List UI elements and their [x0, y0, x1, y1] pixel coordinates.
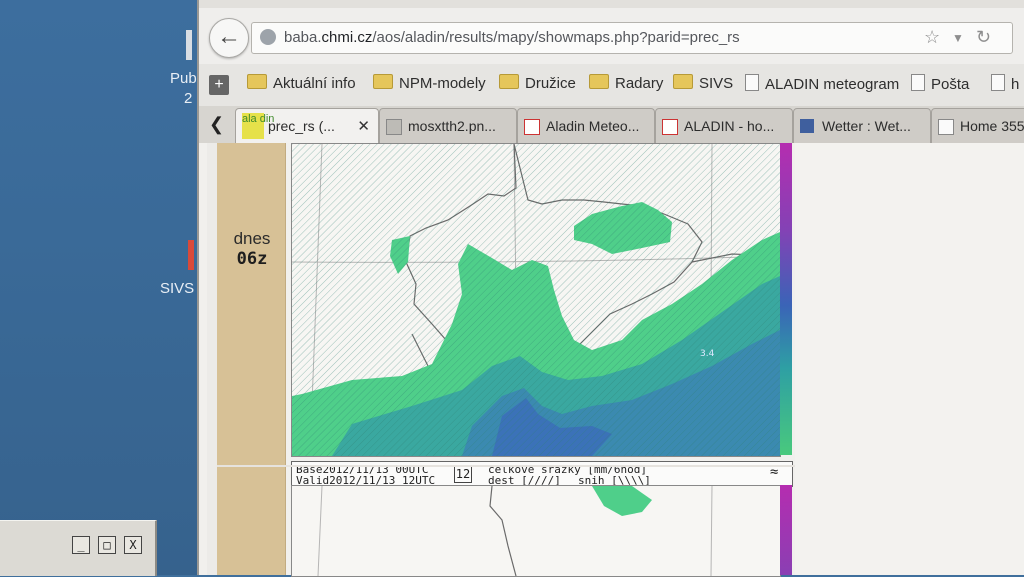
desktop-icon-pub[interactable]	[186, 30, 192, 60]
page-icon	[745, 74, 759, 91]
navigation-bar: ← baba.chmi.cz/aos/aladin/results/mapy/s…	[199, 8, 1024, 64]
page-icon	[911, 74, 925, 91]
tab-label: prec_rs (...	[268, 118, 335, 134]
address-bar[interactable]: baba.chmi.cz/aos/aladin/results/mapy/sho…	[251, 22, 1013, 54]
forecast-step: 12	[454, 465, 472, 483]
aladin-icon	[662, 119, 678, 135]
folder-icon	[499, 74, 519, 89]
image-icon	[386, 119, 402, 135]
url-prefix: baba.	[284, 29, 322, 46]
precipitation-map-second-graphic	[317, 486, 713, 576]
bookmark-aktualni-info[interactable]: Aktuální info	[247, 74, 356, 96]
bookmark-aladin-meteogram[interactable]: ALADIN meteogram	[745, 74, 899, 96]
page-left-margin	[207, 143, 217, 575]
desktop-icon-sivs-label: SIVS	[160, 280, 195, 297]
close-tab-icon[interactable]: ✕	[357, 117, 370, 135]
tab-strip: ❮ ala din prec_rs (... ✕ mosxtth2.pn... …	[199, 106, 1024, 144]
globe-icon	[260, 29, 276, 45]
bookmark-label: ALADIN meteogram	[765, 76, 900, 93]
add-bookmark-icon[interactable]: +	[209, 75, 229, 95]
wetter-icon	[800, 119, 814, 133]
desktop-icon-pub-label: Pub	[170, 70, 197, 87]
color-scale-bar-second	[780, 485, 792, 575]
tab-aladin-meteo[interactable]: Aladin Meteo...	[517, 108, 655, 143]
bookmark-label: NPM-modely	[399, 75, 486, 92]
tab-label: Wetter : Wet...	[822, 118, 911, 134]
close-button[interactable]: X	[124, 536, 142, 554]
day-label: dnes	[233, 229, 271, 248]
url-text: baba.chmi.cz/aos/aladin/results/mapy/sho…	[284, 29, 740, 46]
minimized-window: _ □ X	[0, 520, 157, 576]
maximize-button[interactable]: □	[98, 536, 116, 554]
run-time-label: 06z	[236, 249, 268, 269]
bookmark-label: Družice	[525, 75, 576, 92]
precipitation-map[interactable]: 3.4	[291, 143, 781, 457]
star-icon[interactable]: ☆	[924, 27, 940, 48]
tab-aladin-ho[interactable]: ALADIN - ho...	[655, 108, 793, 143]
bookmark-posta[interactable]: Pošta	[911, 74, 969, 96]
url-domain: chmi.cz	[321, 29, 373, 46]
bookmark-sivs[interactable]: SIVS	[673, 74, 733, 96]
desktop-icon-sivs[interactable]	[188, 240, 194, 270]
precipitation-map-graphic: 3.4	[292, 144, 780, 456]
dropdown-icon[interactable]: ▼	[952, 31, 964, 45]
bookmarks-bar: + Aktuální info NPM-modely Družice Radar…	[199, 64, 1024, 106]
bookmark-label: Radary	[615, 75, 664, 92]
day-column: dnes 06z	[217, 143, 286, 575]
color-scale-bar	[780, 143, 792, 455]
folder-icon	[373, 74, 393, 89]
back-button[interactable]: ←	[209, 18, 249, 58]
desktop-background: Pub 2 SIVS _ □ X	[0, 0, 200, 576]
tab-label: mosxtth2.pn...	[408, 118, 496, 134]
folder-icon	[589, 74, 609, 89]
browser-window: ← baba.chmi.cz/aos/aladin/results/mapy/s…	[197, 0, 1024, 577]
bookmark-npm-modely[interactable]: NPM-modely	[373, 74, 486, 96]
tab-label: Home 355...	[960, 118, 1024, 134]
desktop-icon-pub-sublabel: 2	[184, 90, 193, 107]
folder-icon	[673, 74, 693, 89]
tab-scroll-left-icon[interactable]: ❮	[209, 114, 224, 135]
empty-page-area	[795, 143, 1024, 575]
divider	[217, 465, 795, 467]
bookmark-druzice[interactable]: Družice	[499, 74, 576, 96]
aladin-icon	[524, 119, 540, 135]
page-icon	[938, 119, 954, 135]
reload-icon[interactable]: ↻	[976, 27, 991, 48]
url-path: /aos/aladin/results/mapy/showmaps.php?pa…	[372, 29, 740, 46]
map-value-label: 3.4	[700, 349, 715, 359]
bookmark-label: h	[1011, 76, 1020, 93]
aladin-favicon: ala din	[242, 113, 274, 139]
minimize-button[interactable]: _	[72, 536, 90, 554]
page-content: dnes 06z 3.4 Base2012/11/13 00UTC Valid2…	[199, 143, 1024, 577]
bookmark-label: Pošta	[931, 76, 970, 93]
tab-label: Aladin Meteo...	[546, 118, 640, 134]
tab-prec-rs[interactable]: ala din prec_rs (... ✕	[235, 108, 379, 143]
bookmark-radary[interactable]: Radary	[589, 74, 663, 96]
page-icon	[991, 74, 1005, 91]
bookmark-label: SIVS	[699, 75, 734, 92]
menu-strip	[199, 0, 1024, 8]
bookmark-label: Aktuální info	[273, 75, 356, 92]
tab-label: ALADIN - ho...	[684, 118, 775, 134]
tab-home[interactable]: Home 355...	[931, 108, 1024, 143]
tab-wetter[interactable]: Wetter : Wet...	[793, 108, 931, 143]
bookmark-h[interactable]: h	[991, 74, 1019, 96]
folder-icon	[247, 74, 267, 89]
tab-mosxtth2[interactable]: mosxtth2.pn...	[379, 108, 517, 143]
precipitation-map-second[interactable]	[291, 485, 781, 577]
